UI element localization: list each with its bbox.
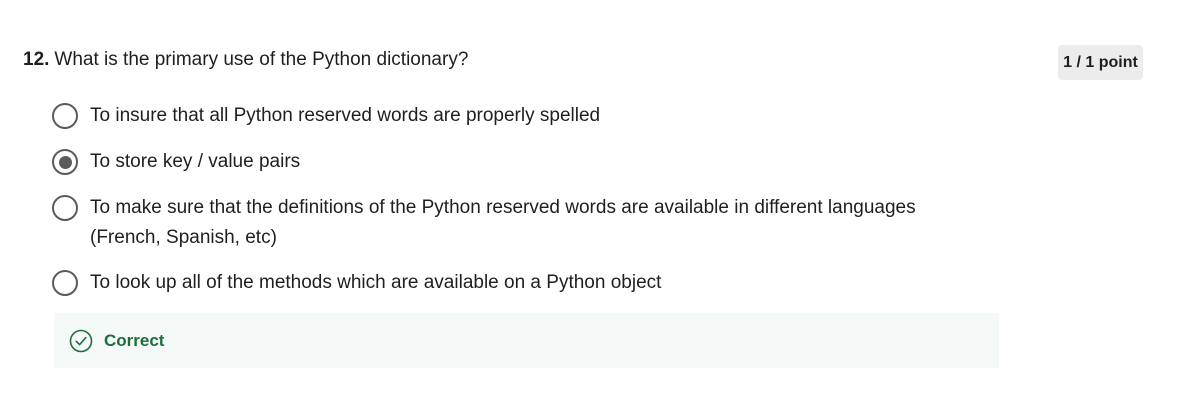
check-circle-icon xyxy=(69,329,93,353)
question-number: 12. xyxy=(23,49,50,70)
score-badge: 1 / 1 point xyxy=(1058,45,1143,80)
radio-dot xyxy=(58,155,72,169)
option-label: To store key / value pairs xyxy=(90,151,301,172)
option-label: To look up all of the methods which are … xyxy=(90,272,662,293)
option-1[interactable]: To insure that all Python reserved words… xyxy=(52,101,990,131)
question-text: What is the primary use of the Python di… xyxy=(54,49,469,70)
radio-button[interactable] xyxy=(52,270,78,296)
feedback-panel: Correct xyxy=(54,313,999,368)
option-label: To insure that all Python reserved words… xyxy=(90,105,601,126)
feedback-status: Correct xyxy=(104,330,165,350)
option-3[interactable]: To make sure that the definitions of the… xyxy=(52,193,990,253)
question-header: 12. What is the primary use of the Python… xyxy=(23,47,468,73)
option-2[interactable]: To store key / value pairs xyxy=(52,147,990,177)
option-label: To make sure that the definitions of the… xyxy=(90,197,916,248)
radio-button-selected[interactable] xyxy=(52,149,78,175)
radio-button[interactable] xyxy=(52,195,78,221)
option-4[interactable]: To look up all of the methods which are … xyxy=(52,268,990,298)
radio-button[interactable] xyxy=(52,103,78,129)
